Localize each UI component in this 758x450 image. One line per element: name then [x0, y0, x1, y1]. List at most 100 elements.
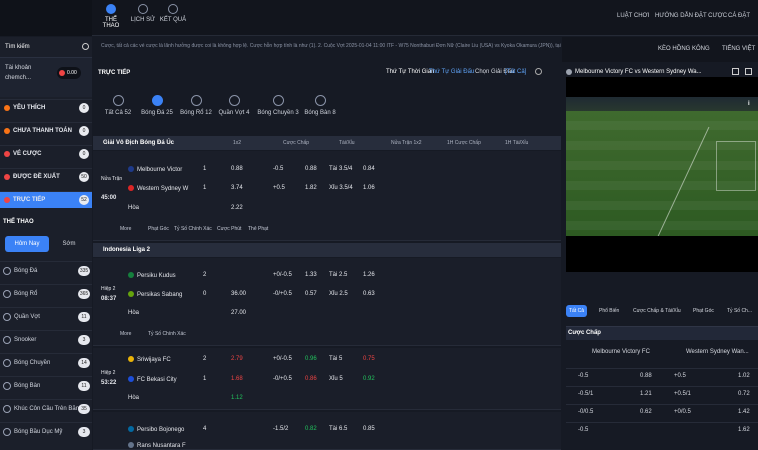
- sidebar-item-live[interactable]: TRỰC TIẾP 52: [0, 191, 92, 208]
- odds-cell[interactable]: 0.88: [231, 166, 243, 172]
- league-header[interactable]: Giải Vô Địch Bóng Đá Úc 1x2 Cược Chấp Tà…: [93, 136, 561, 150]
- away-team[interactable]: FC Bekasi City: [128, 376, 177, 383]
- card-link[interactable]: Thẻ Phạt: [248, 226, 268, 232]
- info-icon[interactable]: i: [748, 101, 750, 107]
- sidebar-item-unsettled[interactable]: CHƯA THANH TOÁN 0: [0, 122, 92, 139]
- away-team[interactable]: Western Sydney W: [128, 185, 188, 192]
- away-team[interactable]: Rans Nusantara F: [128, 442, 186, 449]
- home-team[interactable]: Persibo Bojonego: [128, 426, 184, 433]
- odds-cell[interactable]: 0.75: [363, 356, 375, 362]
- play-icon[interactable]: [732, 68, 739, 75]
- odds-cell[interactable]: 0.86: [305, 376, 317, 382]
- all-leagues-tag[interactable]: [Tất Cả]: [505, 69, 526, 75]
- rules-link[interactable]: LUẬT CHƠI: [617, 13, 649, 19]
- odds-cell[interactable]: 2.79: [231, 356, 243, 362]
- refresh-icon[interactable]: [59, 70, 65, 76]
- odds-cell[interactable]: 0.96: [305, 356, 317, 362]
- sidebar-item-tickets[interactable]: VÉ CƯỢC 0: [0, 145, 92, 162]
- language-select[interactable]: TIẾNG VIỆT: [722, 46, 755, 52]
- odds-cell[interactable]: 27.00: [231, 310, 246, 316]
- table-tennis-icon: [314, 95, 326, 106]
- tab-sports[interactable]: THỂ THAO: [96, 4, 126, 29]
- home-team[interactable]: Persiku Kudus: [128, 272, 176, 279]
- odds-cell[interactable]: 0.84: [363, 166, 375, 172]
- odds-type-dropdown[interactable]: CÁ ĐẶT: [728, 13, 750, 19]
- refresh-icon[interactable]: [535, 68, 542, 75]
- sort-league[interactable]: Thứ Tự Giải Đấu: [429, 69, 474, 75]
- sport-item[interactable]: Bóng Bầu Dục Mỹ 3: [0, 422, 92, 440]
- market-row: -0.5/1 1.21 +0.5/1 0.72: [566, 386, 758, 402]
- sidebar-item-favorites[interactable]: YÊU THÍCH 0: [0, 99, 92, 116]
- odds-cell[interactable]: 0.82: [305, 426, 317, 432]
- odds-cell[interactable]: 0.63: [363, 291, 375, 297]
- home-team[interactable]: Melbourne Victor: [128, 166, 182, 173]
- logo: [0, 0, 92, 36]
- odds-cell[interactable]: 0.57: [305, 291, 317, 297]
- market-row: -0.5 1.62: [566, 422, 758, 438]
- balance-value: 0.00: [67, 70, 77, 76]
- stats-icon[interactable]: [745, 68, 752, 75]
- odds-cell[interactable]: 2.22: [231, 205, 243, 211]
- tab-correct-score[interactable]: Tỷ Số Ch...: [724, 305, 755, 317]
- sport-item[interactable]: Bóng Rổ 365: [0, 284, 92, 302]
- volleyball-icon: [3, 359, 11, 367]
- sport-item[interactable]: Bóng Bàn 11: [0, 376, 92, 394]
- tab-volleyball[interactable]: Bóng Chuyền 3: [256, 95, 300, 116]
- odds-cell[interactable]: 0.62: [640, 409, 652, 415]
- market-header[interactable]: Cược Chấp: [566, 326, 758, 340]
- odds-cell[interactable]: 0.88: [640, 373, 652, 379]
- tab-all-markets[interactable]: Tất Cả: [566, 305, 588, 317]
- more-link[interactable]: More: [120, 331, 131, 337]
- odds-cell[interactable]: 1.68: [231, 376, 243, 382]
- sort-time[interactable]: Thứ Tự Thời Gian: [386, 69, 434, 75]
- tab-corners[interactable]: Phạt Góc: [690, 305, 717, 317]
- stream-title: Melbourne Victory FC vs Western Sydney W…: [575, 69, 702, 75]
- correct-score-link[interactable]: Tỷ Số Chính Xác: [174, 226, 212, 232]
- live-video[interactable]: i: [566, 77, 758, 272]
- odds-cell[interactable]: 3.74: [231, 185, 243, 191]
- odds-cell[interactable]: 1.21: [640, 391, 652, 397]
- odds-format-select[interactable]: KÈO HỒNG KÔNG: [658, 46, 710, 52]
- odds-cell[interactable]: 1.02: [738, 373, 750, 379]
- tab-table-tennis[interactable]: Bóng Bàn 8: [303, 95, 337, 116]
- tab-all[interactable]: Tất Cả 52: [103, 95, 133, 116]
- sport-item[interactable]: Quần Vợt 11: [0, 307, 92, 325]
- home-team[interactable]: Sriwijaya FC: [128, 356, 171, 363]
- sidebar-item-recommended[interactable]: ĐƯỢC ĐỀ XUẤT 50: [0, 168, 92, 185]
- odds-cell[interactable]: 1.82: [305, 185, 317, 191]
- tab-basketball[interactable]: Bóng Rổ 12: [179, 95, 213, 116]
- correct-score-link[interactable]: Tỷ Số Chính Xác: [148, 331, 186, 337]
- odds-cell[interactable]: 0.85: [363, 426, 375, 432]
- more-link[interactable]: More: [120, 226, 131, 232]
- sport-item[interactable]: Bóng Đá 335: [0, 261, 92, 279]
- match-row: Persibo Bojonego Rans Nusantara F 4 -1.5…: [93, 412, 561, 450]
- search-icon[interactable]: [82, 43, 89, 50]
- early-tab[interactable]: Sớm: [52, 236, 86, 252]
- tab-popular[interactable]: Phổ Biến: [596, 305, 622, 317]
- sport-item[interactable]: Snooker 3: [0, 330, 92, 348]
- odds-cell[interactable]: 36.00: [231, 291, 246, 297]
- guide-link[interactable]: HƯỚNG DẪN ĐẶT CƯỢC: [655, 13, 727, 19]
- odds-cell[interactable]: 1.62: [738, 427, 750, 433]
- tab-handicap-ou[interactable]: Cược Chấp & Tài/Xỉu: [630, 305, 684, 317]
- odds-cell[interactable]: 1.06: [363, 185, 375, 191]
- draw-label: Hòa: [128, 395, 140, 401]
- odds-cell[interactable]: 1.26: [363, 272, 375, 278]
- tab-history[interactable]: LỊCH SỬ: [128, 4, 158, 23]
- tab-football[interactable]: Bóng Đá 25: [140, 95, 174, 116]
- odds-cell[interactable]: 1.33: [305, 272, 317, 278]
- odds-cell[interactable]: 0.72: [738, 391, 750, 397]
- tab-results[interactable]: KẾT QUẢ: [158, 4, 188, 23]
- away-team[interactable]: Persikas Sabang: [128, 291, 182, 298]
- corner-link[interactable]: Phạt Góc: [148, 226, 169, 232]
- odds-cell[interactable]: 0.88: [305, 166, 317, 172]
- today-tab[interactable]: Hôm Nay: [5, 236, 49, 252]
- league-header[interactable]: Indonesia Liga 2: [93, 243, 561, 257]
- odds-cell[interactable]: 1.42: [738, 409, 750, 415]
- odds-cell[interactable]: 1.12: [231, 395, 243, 401]
- odds-cell[interactable]: 0.92: [363, 376, 375, 382]
- minute-bet-link[interactable]: Cược Phút: [217, 226, 241, 232]
- sport-item[interactable]: Bóng Chuyền 14: [0, 353, 92, 371]
- tab-tennis[interactable]: Quần Vợt 4: [217, 95, 251, 116]
- sport-item[interactable]: Khúc Côn Cầu Trên Băng 35: [0, 399, 92, 417]
